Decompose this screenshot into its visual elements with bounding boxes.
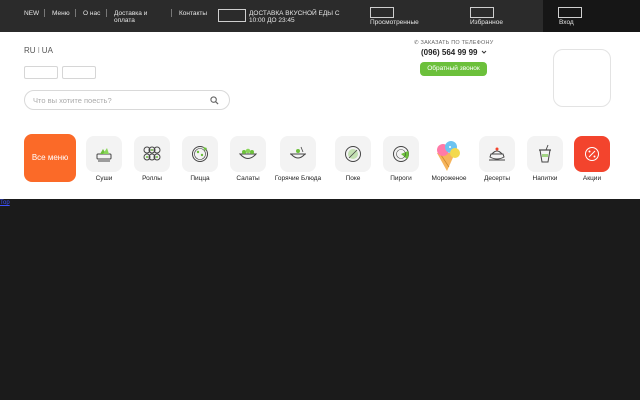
nav-link-about[interactable]: О нас (83, 10, 101, 17)
poke-icon (345, 146, 361, 162)
header-box-1[interactable] (24, 66, 58, 79)
ice-cream-icon (437, 141, 460, 171)
category-tile[interactable] (335, 136, 371, 172)
pie-icon (393, 146, 409, 162)
lang-divider: I (37, 46, 40, 55)
search-icon[interactable] (210, 96, 219, 105)
nav-link-contacts[interactable]: Контакты (179, 10, 207, 17)
top-bar: NEW Меню О нас Доставка и оплата Контакт… (0, 0, 640, 32)
salad-icon (238, 148, 258, 159)
cart-button[interactable] (553, 49, 611, 107)
category-label: Горячие Блюда (274, 175, 322, 182)
category-tile[interactable] (280, 136, 316, 172)
lang-ru[interactable]: RU (24, 46, 36, 55)
header (0, 32, 640, 199)
phone-caption: ✆ ЗАКАЗАТЬ ПО ТЕЛЕФОНУ (414, 40, 493, 46)
category-tile[interactable] (230, 136, 266, 172)
favorites-icon-box[interactable] (470, 7, 494, 18)
all-menu-button[interactable]: Все меню (24, 134, 76, 182)
category-tile[interactable] (527, 136, 563, 172)
nav-link-delivery[interactable]: Доставка и оплата (114, 10, 160, 24)
nav-link-menu[interactable]: Меню (52, 10, 70, 17)
city-select-box[interactable] (218, 9, 246, 22)
divider (44, 9, 45, 17)
divider (171, 9, 172, 17)
category-tile[interactable] (383, 136, 419, 172)
viewed-icon-box[interactable] (370, 7, 394, 18)
rolls-icon (143, 146, 161, 161)
pizza-icon (192, 146, 208, 162)
phone-number-row[interactable]: (096) 564 99 99 (421, 48, 487, 57)
login-icon-box[interactable] (558, 7, 582, 18)
phone-caption-text: ЗАКАЗАТЬ ПО ТЕЛЕФОНУ (420, 40, 494, 46)
hot-dish-icon (289, 146, 307, 159)
category-tile[interactable] (574, 136, 610, 172)
search-input[interactable] (33, 94, 203, 106)
divider (75, 9, 76, 17)
category-tile[interactable] (479, 136, 515, 172)
category-tile[interactable] (182, 136, 218, 172)
delivery-hours-text: ДОСТАВКА ВКУСНОЙ ЕДЫ С 10:00 ДО 23:45 (249, 10, 340, 24)
percent-badge-icon (585, 147, 599, 161)
nav-link-new[interactable]: NEW (24, 10, 39, 17)
chevron-down-icon[interactable] (481, 49, 487, 55)
category-label: Акции (582, 175, 602, 182)
language-switch: RU I UA (24, 46, 53, 55)
login-area[interactable]: Вход (543, 0, 640, 32)
favorites-link[interactable]: Избранное (470, 19, 503, 26)
header-box-2[interactable] (62, 66, 96, 79)
category-tile[interactable] (86, 136, 122, 172)
scroll-top-link[interactable]: Top (0, 200, 10, 206)
phone-number[interactable]: (096) 564 99 99 (421, 48, 478, 57)
sushi-icon (96, 148, 112, 162)
divider (106, 9, 107, 17)
phone-icon: ✆ (414, 40, 419, 46)
drink-icon (539, 144, 551, 163)
dessert-icon (489, 147, 505, 161)
viewed-link[interactable]: Просмотренные (370, 19, 419, 26)
login-link[interactable]: Вход (559, 19, 574, 26)
lang-ua[interactable]: UA (42, 46, 53, 55)
category-tile[interactable] (431, 136, 467, 172)
category-tile[interactable] (134, 136, 170, 172)
search-bar (24, 90, 230, 110)
callback-button[interactable]: Обратный звонок (420, 62, 487, 76)
